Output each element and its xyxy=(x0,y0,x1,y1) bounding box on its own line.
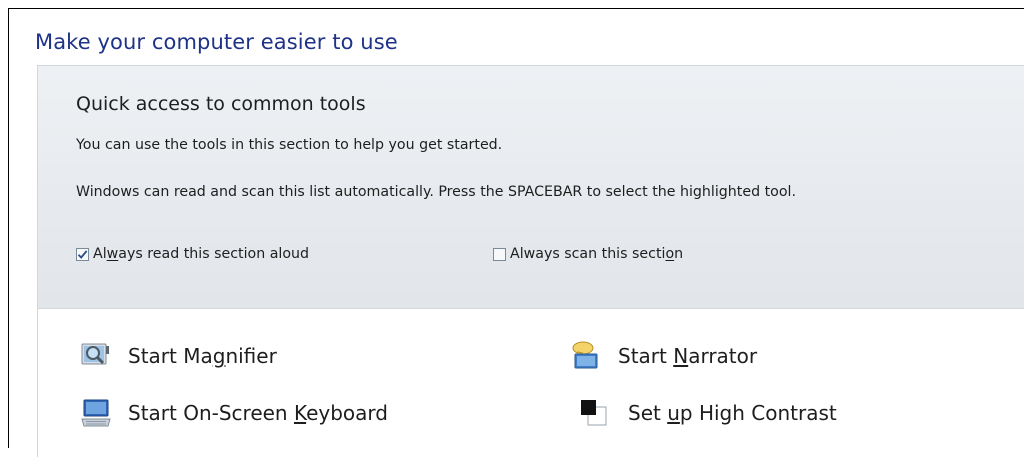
start-magnifier-label: Start Magnifier xyxy=(128,344,277,368)
start-on-screen-keyboard-label: Start On-Screen Keyboard xyxy=(128,401,388,425)
page-title: Make your computer easier to use xyxy=(35,30,398,54)
read-aloud-checkbox[interactable]: Always read this section aloud xyxy=(76,246,309,262)
section-instruction: Windows can read and scan this list auto… xyxy=(76,184,796,200)
start-narrator-label: Start Narrator xyxy=(618,344,758,368)
section-description: You can use the tools in this section to… xyxy=(76,137,503,153)
narrator-icon xyxy=(570,340,602,372)
start-narrator-link[interactable]: Start Narrator xyxy=(570,340,757,372)
set-up-high-contrast-label: Set up High Contrast xyxy=(628,401,837,425)
scan-label: Always scan this section xyxy=(510,246,684,262)
magnifier-icon xyxy=(80,340,112,372)
section-title: Quick access to common tools xyxy=(76,93,366,115)
read-aloud-label: Always read this section aloud xyxy=(93,246,310,262)
scan-check[interactable] xyxy=(493,247,506,261)
read-aloud-check[interactable] xyxy=(76,247,89,261)
scan-checkbox[interactable]: Always scan this section xyxy=(493,246,683,262)
start-magnifier-link[interactable]: Start Magnifier xyxy=(80,340,277,372)
window-content: Make your computer easier to use Quick a… xyxy=(8,8,1024,457)
on-screen-keyboard-icon xyxy=(80,397,112,429)
tools-list xyxy=(38,309,1024,457)
quick-access-header: Quick access to common tools You can use… xyxy=(38,66,1024,309)
start-on-screen-keyboard-link[interactable]: Start On-Screen Keyboard xyxy=(80,397,388,429)
set-up-high-contrast-link[interactable]: Set up High Contrast xyxy=(578,397,837,429)
high-contrast-icon xyxy=(578,397,610,429)
checkmark-icon xyxy=(77,249,88,259)
quick-access-panel: Quick access to common tools You can use… xyxy=(37,65,1024,457)
